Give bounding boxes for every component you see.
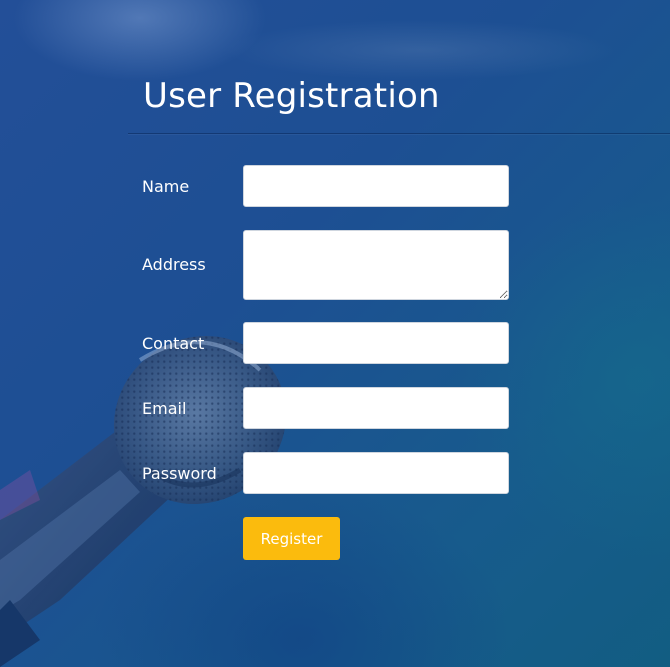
contact-label: Contact <box>142 334 205 353</box>
register-button[interactable]: Register <box>243 517 340 560</box>
contact-field[interactable] <box>243 322 509 364</box>
email-label: Email <box>142 399 187 418</box>
page-title: User Registration <box>143 76 440 116</box>
password-label: Password <box>142 464 217 483</box>
address-label: Address <box>142 255 206 274</box>
name-field[interactable] <box>243 165 509 207</box>
address-field[interactable] <box>243 230 509 300</box>
password-field[interactable] <box>243 452 509 494</box>
title-divider <box>128 133 670 134</box>
email-field[interactable] <box>243 387 509 429</box>
name-label: Name <box>142 177 190 196</box>
